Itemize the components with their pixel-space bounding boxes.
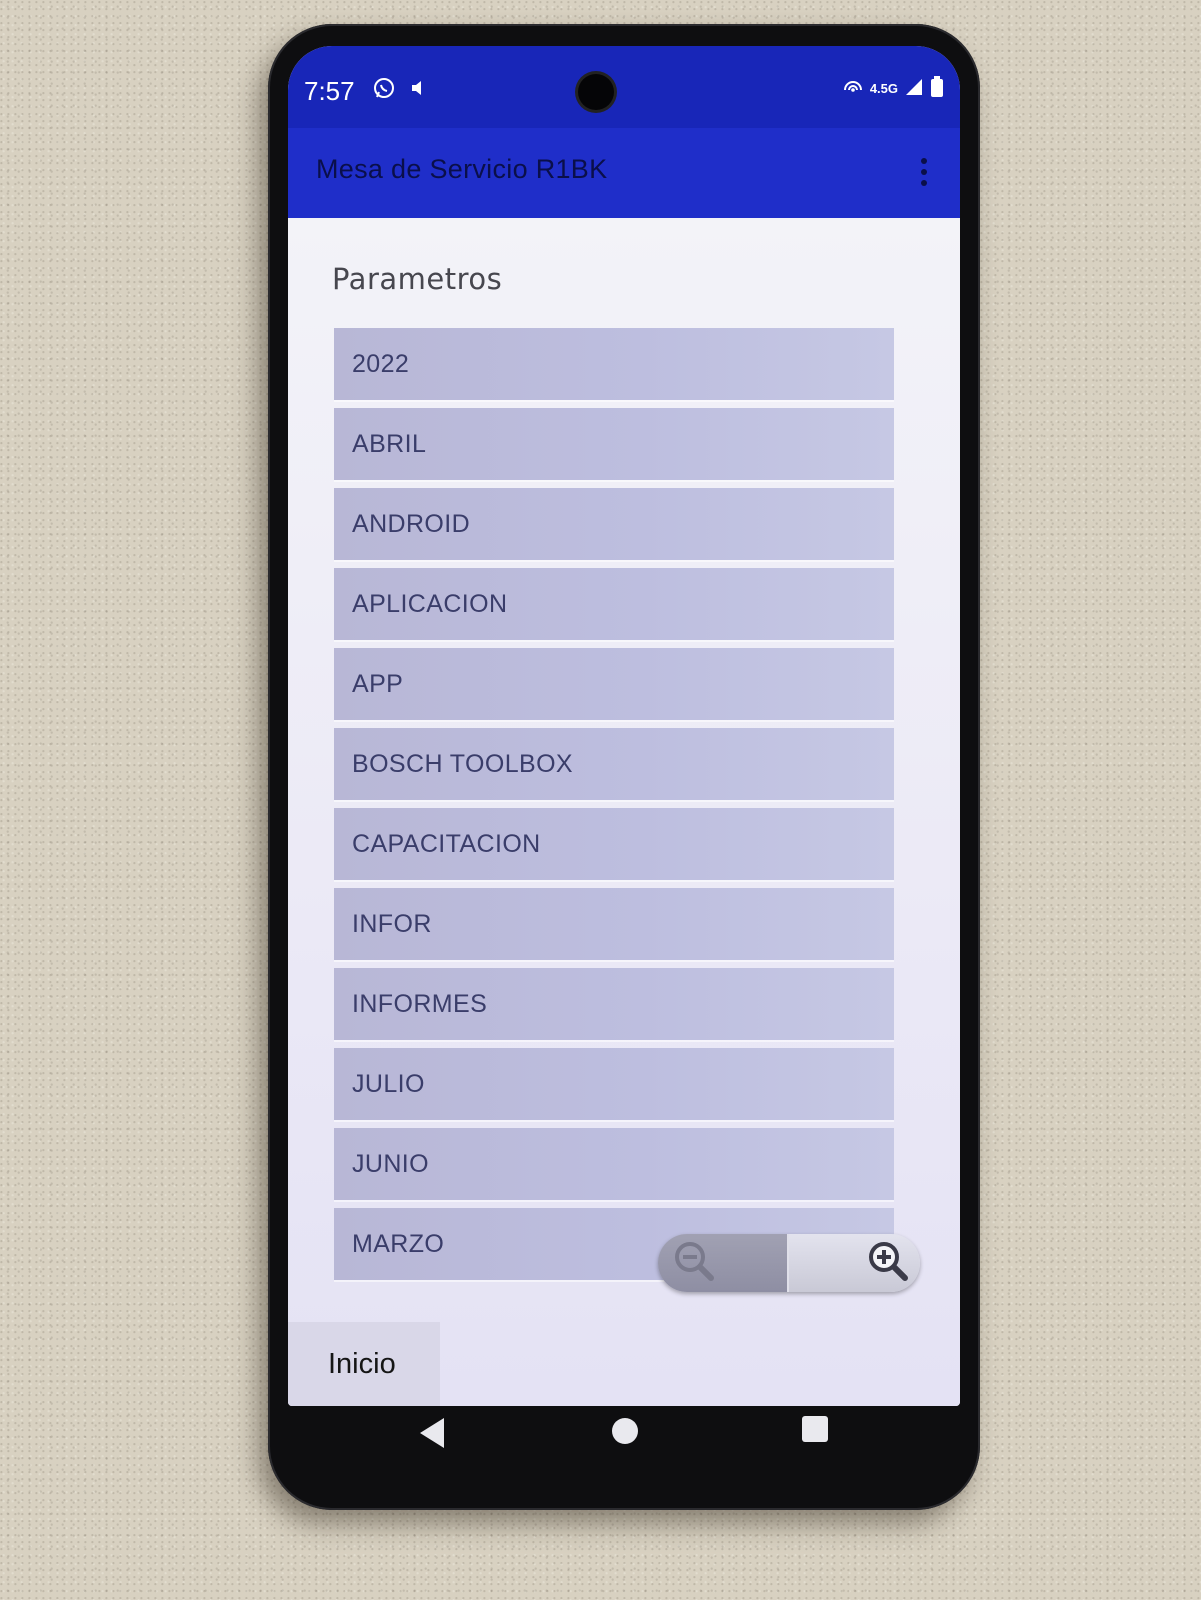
- list-item-label: ABRIL: [352, 429, 427, 458]
- list-item[interactable]: JULIO: [334, 1048, 894, 1120]
- recents-icon[interactable]: [802, 1416, 828, 1442]
- back-icon[interactable]: [420, 1418, 444, 1448]
- list-item[interactable]: APLICACION: [334, 568, 894, 640]
- list-item[interactable]: BOSCH TOOLBOX: [334, 728, 894, 800]
- battery-icon: [930, 76, 944, 101]
- screen: 7:57 4.5G Mesa de Servicio R1BK Parametr…: [288, 46, 960, 1406]
- zoom-in-icon: [866, 1239, 910, 1287]
- list-item[interactable]: APP: [334, 648, 894, 720]
- hotspot-icon: [842, 78, 864, 99]
- list-item[interactable]: INFORMES: [334, 968, 894, 1040]
- zoom-in-button[interactable]: [789, 1234, 920, 1292]
- front-camera: [578, 74, 614, 110]
- list-item-label: MARZO: [352, 1229, 445, 1258]
- zoom-out-icon: [672, 1239, 716, 1287]
- phone-frame: 7:57 4.5G Mesa de Servicio R1BK Parametr…: [268, 24, 980, 1510]
- list-item[interactable]: 2022: [334, 328, 894, 400]
- status-network: 4.5G: [842, 76, 944, 101]
- tab-inicio[interactable]: Inicio: [288, 1322, 440, 1406]
- list-item-label: INFORMES: [352, 989, 488, 1018]
- app-title: Mesa de Servicio R1BK: [316, 154, 608, 184]
- list-item[interactable]: JUNIO: [334, 1128, 894, 1200]
- more-vert-icon[interactable]: [914, 150, 934, 194]
- list-item[interactable]: CAPACITACION: [334, 808, 894, 880]
- system-nav-bar: [288, 1406, 960, 1466]
- tab-inicio-label: Inicio: [328, 1347, 396, 1380]
- zoom-control: [658, 1234, 920, 1292]
- list-item-label: INFOR: [352, 909, 432, 938]
- parameter-list: 2022 ABRIL ANDROID APLICACION APP BOSCH …: [334, 328, 894, 1288]
- list-item-label: JUNIO: [352, 1149, 429, 1178]
- zoom-out-button[interactable]: [658, 1234, 789, 1292]
- content-area: Parametros 2022 ABRIL ANDROID APLICACION…: [288, 218, 960, 1406]
- home-icon[interactable]: [612, 1418, 638, 1444]
- volume-icon: [410, 76, 426, 107]
- list-item-label: APP: [352, 669, 404, 698]
- list-item-label: JULIO: [352, 1069, 425, 1098]
- whatsapp-icon: [372, 76, 396, 107]
- list-item-label: ANDROID: [352, 509, 471, 538]
- section-title: Parametros: [332, 262, 503, 296]
- list-item-label: BOSCH TOOLBOX: [352, 749, 574, 778]
- status-bar: 7:57 4.5G: [288, 46, 960, 128]
- network-type: 4.5G: [869, 81, 898, 96]
- list-item[interactable]: ANDROID: [334, 488, 894, 560]
- status-time: 7:57: [304, 76, 355, 106]
- list-item[interactable]: INFOR: [334, 888, 894, 960]
- list-item-label: APLICACION: [352, 589, 508, 618]
- app-bar: Mesa de Servicio R1BK: [288, 128, 960, 218]
- signal-icon: [904, 77, 924, 100]
- list-item-label: CAPACITACION: [352, 829, 541, 858]
- list-item-label: 2022: [352, 349, 410, 378]
- list-item[interactable]: ABRIL: [334, 408, 894, 480]
